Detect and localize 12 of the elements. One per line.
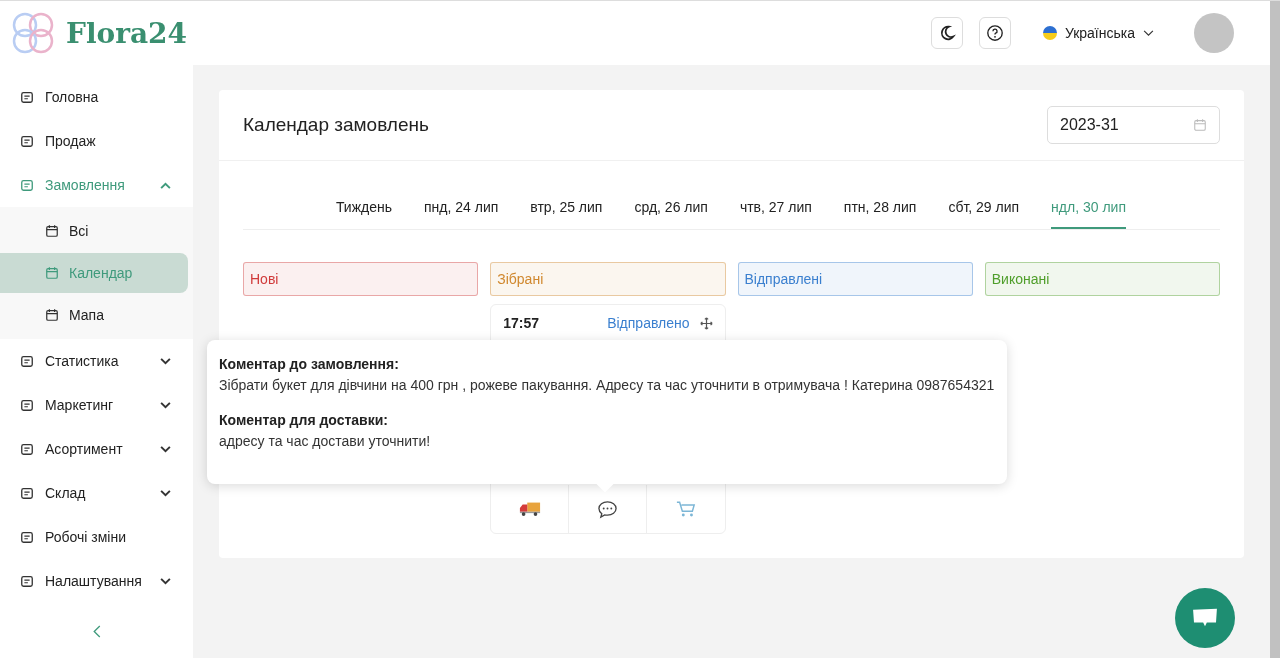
- comment-text: адресу та час достави уточнити!: [219, 432, 432, 451]
- status-column-header: Нові: [243, 262, 479, 296]
- brand-name: Flora24: [66, 16, 188, 50]
- status-column-header: Виконані: [984, 262, 1220, 296]
- card-title: Календар замовлень: [243, 114, 429, 136]
- comment-heading: Коментар для доставки:: [219, 411, 389, 430]
- comment-text: Зібрати букет для дівчини на 400 грн , рожеве пакування. Адресу та час уточнити в отримувача ! Катерина 0987654321: [219, 376, 995, 395]
- order-status: Відправлено: [607, 315, 690, 331]
- comment-heading: Коментар до замовлення:: [219, 355, 400, 374]
- status-column-header: Зібрані: [490, 262, 726, 296]
- order-time: 17:57: [503, 315, 541, 331]
- status-column-header: Відправлені: [737, 262, 973, 296]
